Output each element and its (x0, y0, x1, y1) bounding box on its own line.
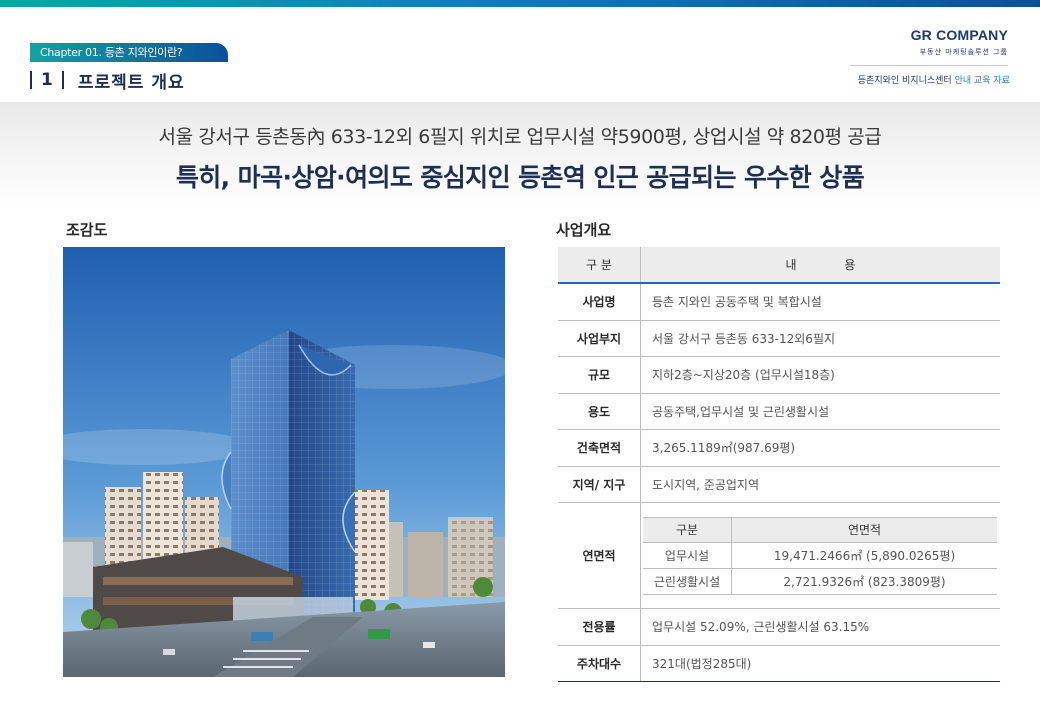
row-key: 건축면적 (558, 430, 641, 466)
section-divider (30, 71, 32, 89)
row-value: 도시지역, 준공업지역 (652, 477, 759, 492)
table-row: 사업명 등촌 지와인 공동주택 및 복합시설 (558, 284, 1000, 321)
area-subtable: 구분 연면적 업무시설 19,471.2466㎡ (5,890.0265평) 근… (643, 516, 997, 595)
brand-note-highlight: 안내 교육 자료 (954, 76, 1010, 86)
section-number: 1 (41, 70, 53, 90)
header-value: 내 용 (785, 258, 878, 272)
row-key: 사업부지 (558, 320, 641, 356)
table-row: 건축면적 3,265.1189㎡(987.69평) (558, 430, 1000, 467)
header-key: 구 분 (558, 247, 641, 282)
subtable-row: 근린생활시설 2,721.9326㎡ (823.3809평) (643, 568, 997, 595)
project-overview-table: 구 분 내 용 사업명 등촌 지와인 공동주택 및 복합시설 사업부지 서울 강… (558, 247, 1000, 682)
table-row: 용도 공동주택,업무시설 및 근린생활시설 (558, 393, 1000, 430)
row-value: 서울 강서구 등촌동 633-12외6필지 (652, 331, 836, 346)
subtable-header-c2: 연면적 (847, 523, 882, 537)
subtable-header: 구분 연면적 (643, 516, 997, 543)
table-row: 주차대수 321대(법정285대) (558, 645, 1000, 682)
table-row: 규모 지하2층~지상20층 (업무시설18층) (558, 357, 1000, 394)
row-key: 용도 (558, 393, 641, 429)
subtable-row: 업무시설 19,471.2466㎡ (5,890.0265평) (643, 542, 997, 569)
row-value: 3,265.1189㎡(987.69평) (652, 441, 796, 456)
top-accent-stripe (0, 0, 1040, 7)
birds-eye-rendering (63, 247, 505, 677)
table-row: 사업부지 서울 강서구 등촌동 633-12외6필지 (558, 320, 1000, 357)
row-key: 전용률 (558, 609, 641, 645)
table-header-row: 구 분 내 용 (558, 247, 1000, 284)
brand-note-prefix: 등촌지와인 비지니스센터 (857, 76, 952, 86)
overview-title: 사업개요 (556, 221, 612, 239)
subtable-header-c1: 구분 (643, 517, 732, 542)
subtable-cell: 19,471.2466㎡ (5,890.0265평) (773, 548, 956, 563)
headline-line2: 특히, 마곡·상암·여의도 중심지인 등촌역 인근 공급되는 우수한 상품 (175, 163, 865, 192)
row-key: 주차대수 (558, 645, 641, 681)
brand-note: 등촌지와인 비지니스센터 안내 교육 자료 (858, 73, 1010, 86)
brand-name: GR COMPANY (910, 27, 1008, 43)
row-key: 연면적 (558, 503, 641, 608)
brand-subtitle: 부동산 마케팅솔루션 그룹 (919, 48, 1008, 56)
subtable-cell: 근린생활시설 (643, 568, 732, 594)
headline-line1: 서울 강서구 등촌동內 633-12외 6필지 위치로 업무시설 약5900평,… (158, 126, 882, 148)
table-row: 전용률 업무시설 52.09%, 근린생활시설 63.15% (558, 609, 1000, 646)
row-value: 업무시설 52.09%, 근린생활시설 63.15% (652, 620, 870, 635)
brand-divider (850, 65, 1008, 66)
section-title: 1 프로젝트 개요 (30, 68, 185, 93)
row-value: 공동주택,업무시설 및 근린생활시설 (652, 404, 830, 419)
row-value: 321대(법정285대) (652, 656, 752, 671)
section-title-text: 프로젝트 개요 (77, 72, 185, 93)
row-key: 규모 (558, 357, 641, 393)
table-row: 지역/ 지구 도시지역, 준공업지역 (558, 466, 1000, 503)
row-value: 등촌 지와인 공동주택 및 복합시설 (652, 295, 822, 310)
area-subtable-wrap: 구분 연면적 업무시설 19,471.2466㎡ (5,890.0265평) 근… (641, 503, 1000, 608)
row-key: 사업명 (558, 284, 641, 320)
subtable-cell: 2,721.9326㎡ (823.3809평) (783, 574, 946, 589)
table-row-area: 연면적 구분 연면적 업무시설 19,471.2466㎡ (5,890.0265… (558, 503, 1000, 609)
rendering-title: 조감도 (66, 221, 108, 239)
chapter-tab: Chapter 01. 등촌 지와인이란? (30, 43, 228, 62)
brand-block: GR COMPANY 부동산 마케팅솔루션 그룹 (652, 27, 1008, 57)
row-value: 지하2층~지상20층 (업무시설18층) (652, 368, 835, 383)
section-divider (61, 71, 64, 89)
subtable-cell: 업무시설 (643, 542, 732, 568)
row-key: 지역/ 지구 (558, 466, 641, 502)
rendering-illustration (63, 247, 505, 677)
